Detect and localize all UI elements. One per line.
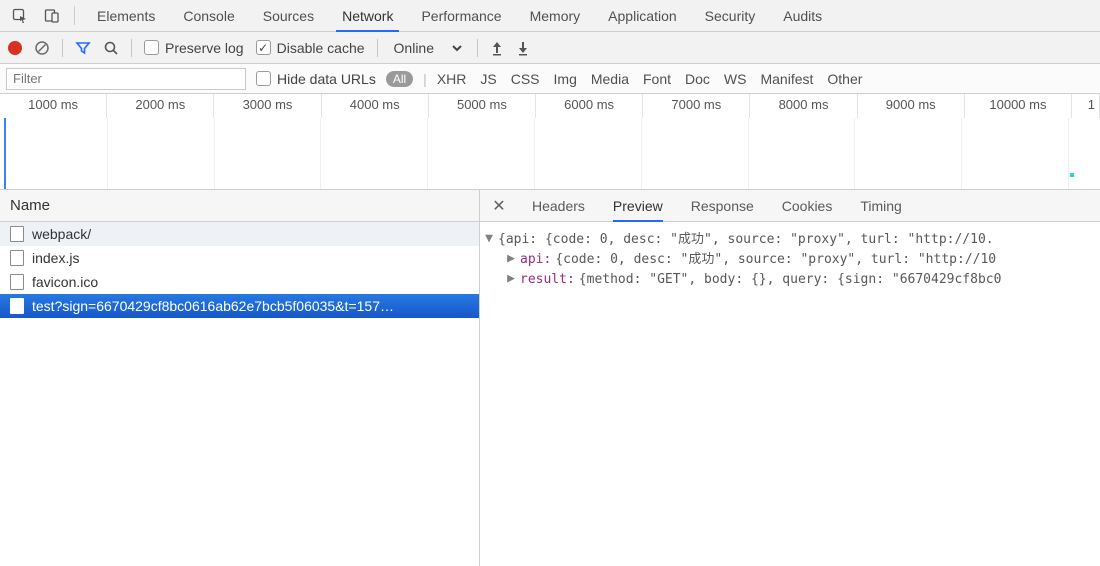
timeline-tick: 2000 ms — [107, 94, 214, 118]
filter-type-img[interactable]: Img — [554, 71, 577, 87]
request-list: Name webpack/index.js favicon.ico test?sig… — [0, 190, 480, 566]
devtools-tab-security[interactable]: Security — [691, 0, 770, 31]
request-name: test?sign=6670429cf8bc0616ab62e7bcb5f060… — [32, 298, 394, 314]
separator — [74, 6, 75, 25]
timeline-playhead — [4, 118, 6, 189]
filter-type-all[interactable]: All — [386, 71, 413, 87]
throttle-select[interactable]: Online — [390, 39, 465, 57]
filter-type-js[interactable]: JS — [480, 71, 496, 87]
tree-value: {method: "GET", body: {}, query: {sign: … — [579, 270, 1002, 290]
file-icon — [10, 226, 24, 242]
request-row[interactable]: index.js — [0, 246, 479, 270]
filter-input[interactable] — [6, 68, 246, 90]
tree-key: api: — [520, 250, 551, 270]
filter-type-ws[interactable]: WS — [724, 71, 747, 87]
filter-type-doc[interactable]: Doc — [685, 71, 710, 87]
disable-cache-label: Disable cache — [277, 40, 365, 56]
network-waterfall-overview[interactable]: 1000 ms2000 ms3000 ms4000 ms5000 ms6000 … — [0, 94, 1100, 190]
hide-data-urls-label: Hide data URLs — [277, 71, 376, 87]
response-preview-tree[interactable]: ▼ {api: {code: 0, desc: "成功", source: "p… — [480, 222, 1100, 566]
search-icon[interactable] — [103, 40, 119, 56]
devtools-tab-memory[interactable]: Memory — [516, 0, 595, 31]
separator: | — [423, 71, 427, 87]
filter-type-css[interactable]: CSS — [511, 71, 540, 87]
timeline-tick: 3000 ms — [214, 94, 321, 118]
checkbox-icon — [256, 71, 271, 86]
device-toolbar-icon[interactable] — [38, 0, 66, 31]
request-name: webpack/ — [32, 226, 91, 242]
devtools-tab-network[interactable]: Network — [328, 0, 407, 31]
detail-tab-response[interactable]: Response — [691, 190, 754, 221]
preserve-log-label: Preserve log — [165, 40, 244, 56]
tree-caret-closed-icon[interactable]: ▶ — [506, 249, 516, 269]
timeline-tick: 10000 ms — [965, 94, 1072, 118]
disable-cache-checkbox[interactable]: Disable cache — [256, 40, 365, 56]
checkbox-icon — [256, 40, 271, 55]
devtools-tabbar: ElementsConsoleSourcesNetworkPerformance… — [0, 0, 1100, 32]
timeline-tick: 1 — [1072, 94, 1100, 118]
record-button[interactable] — [8, 41, 22, 55]
upload-har-icon[interactable] — [490, 40, 504, 56]
filter-type-media[interactable]: Media — [591, 71, 629, 87]
inspect-element-icon[interactable] — [6, 0, 34, 31]
devtools-tab-sources[interactable]: Sources — [249, 0, 328, 31]
separator — [131, 39, 132, 57]
detail-tab-cookies[interactable]: Cookies — [782, 190, 833, 221]
hide-data-urls-checkbox[interactable]: Hide data URLs — [256, 71, 376, 87]
devtools-tab-application[interactable]: Application — [594, 0, 691, 31]
filter-type-xhr[interactable]: XHR — [437, 71, 467, 87]
timeline-tick: 9000 ms — [858, 94, 965, 118]
file-icon — [10, 250, 24, 266]
request-row[interactable]: favicon.ico — [0, 270, 479, 294]
network-toolbar: Preserve log Disable cache Online — [0, 32, 1100, 64]
tree-key: result: — [520, 270, 575, 290]
separator — [62, 39, 63, 57]
filter-type-other[interactable]: Other — [827, 71, 862, 87]
separator — [377, 39, 378, 57]
devtools-tab-audits[interactable]: Audits — [769, 0, 836, 31]
devtools-tab-performance[interactable]: Performance — [407, 0, 515, 31]
timeline-tick: 6000 ms — [536, 94, 643, 118]
preserve-log-checkbox[interactable]: Preserve log — [144, 40, 244, 56]
tree-value: {code: 0, desc: "成功", source: "proxy", t… — [555, 250, 996, 270]
tree-caret-closed-icon[interactable]: ▶ — [506, 269, 516, 289]
checkbox-icon — [144, 40, 159, 55]
timeline-marker — [1070, 173, 1074, 177]
tree-caret-open-icon[interactable]: ▼ — [484, 229, 494, 249]
filter-type-manifest[interactable]: Manifest — [760, 71, 813, 87]
timeline-tick: 7000 ms — [643, 94, 750, 118]
timeline-tick: 1000 ms — [0, 94, 107, 118]
timeline-tick: 5000 ms — [429, 94, 536, 118]
file-icon — [10, 274, 24, 290]
detail-tabbar: ✕ Headers Preview Response Cookies Timing — [480, 190, 1100, 222]
file-icon — [10, 298, 24, 314]
devtools-tab-elements[interactable]: Elements — [83, 0, 169, 31]
request-list-header[interactable]: Name — [0, 190, 479, 222]
close-detail-button[interactable]: ✕ — [488, 190, 510, 221]
download-har-icon[interactable] — [516, 40, 530, 56]
request-row[interactable]: test?sign=6670429cf8bc0616ab62e7bcb5f060… — [0, 294, 479, 318]
detail-tab-headers[interactable]: Headers — [532, 190, 585, 221]
request-detail-pane: ✕ Headers Preview Response Cookies Timing ▼ … — [480, 190, 1100, 566]
tree-root: {api: {code: 0, desc: "成功", source: "pro… — [498, 230, 994, 250]
devtools-tab-console[interactable]: Console — [169, 0, 248, 31]
request-name: index.js — [32, 250, 79, 266]
network-filterbar: Hide data URLs All | XHR JS CSS Img Media Fon… — [0, 64, 1100, 94]
clear-button[interactable] — [34, 40, 50, 56]
request-row[interactable]: webpack/ — [0, 222, 479, 246]
detail-tab-preview[interactable]: Preview — [613, 190, 663, 221]
detail-tab-timing[interactable]: Timing — [860, 190, 902, 221]
filter-type-font[interactable]: Font — [643, 71, 671, 87]
filter-icon[interactable] — [75, 40, 91, 56]
timeline-tick: 4000 ms — [322, 94, 429, 118]
timeline-tick: 8000 ms — [750, 94, 857, 118]
request-name: favicon.ico — [32, 274, 98, 290]
separator — [477, 39, 478, 57]
